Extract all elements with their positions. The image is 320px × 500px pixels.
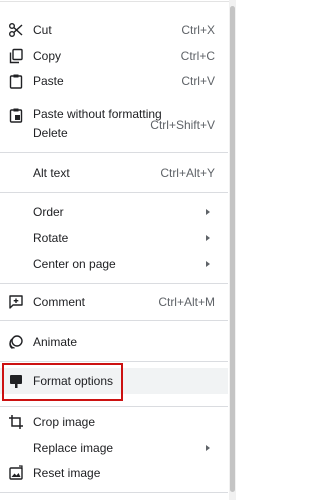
- scissors-icon: [8, 22, 24, 38]
- menu-item-label: Copy: [33, 49, 62, 63]
- menu-item-delete[interactable]: Delete: [0, 120, 228, 146]
- menu-item-label: Animate: [33, 335, 78, 349]
- menu-separator: [0, 192, 228, 193]
- copy-icon: [8, 48, 24, 64]
- shortcut-label: Ctrl+Alt+Y: [160, 166, 215, 180]
- menu-item-center-on-page[interactable]: Center on page: [0, 251, 228, 277]
- menu-item-comment[interactable]: Comment Ctrl+Alt+M: [0, 289, 228, 315]
- menu-item-label: Alt text: [33, 166, 70, 180]
- menu-item-label: Crop image: [33, 415, 96, 429]
- submenu-arrow-icon: [206, 261, 210, 267]
- crop-icon: [8, 414, 24, 430]
- menu-separator: [0, 283, 228, 284]
- submenu-arrow-icon: [206, 445, 210, 451]
- menu-item-copy[interactable]: Copy Ctrl+C: [0, 43, 228, 69]
- comment-icon: [8, 294, 24, 310]
- menu-item-order[interactable]: Order: [0, 199, 228, 225]
- shortcut-label: Ctrl+X: [181, 23, 215, 37]
- shortcut-label: Ctrl+C: [180, 49, 215, 63]
- menu-item-label: Comment: [33, 295, 86, 309]
- menu-item-label: Reset image: [33, 466, 101, 480]
- context-menu: Cut Ctrl+X Copy Ctrl+C Paste Ctrl+V Past…: [0, 0, 236, 500]
- menu-separator: [0, 320, 228, 321]
- submenu-arrow-icon: [206, 235, 210, 241]
- menu-item-label: Rotate: [33, 231, 69, 245]
- menu-item-label: Paste: [33, 74, 64, 88]
- menu-separator: [0, 406, 228, 407]
- menu-separator: [0, 152, 228, 153]
- shortcut-label: Ctrl+Alt+M: [158, 295, 215, 309]
- scrollbar-thumb[interactable]: [230, 6, 235, 492]
- menu-separator: [0, 492, 228, 493]
- menu-item-crop-image[interactable]: Crop image: [0, 409, 228, 435]
- submenu-arrow-icon: [206, 209, 210, 215]
- shortcut-label: Ctrl+V: [181, 74, 215, 88]
- menu-item-label: Order: [33, 205, 64, 219]
- menu-item-label: Center on page: [33, 257, 116, 271]
- menu-item-cut[interactable]: Cut Ctrl+X: [0, 17, 228, 43]
- menu-top-edge: [0, 1, 236, 2]
- menu-separator: [0, 361, 228, 362]
- menu-item-reset-image[interactable]: Reset image: [0, 460, 228, 486]
- reset-image-icon: [8, 465, 24, 481]
- menu-item-rotate[interactable]: Rotate: [0, 225, 228, 251]
- highlight-annotation-box: [2, 363, 123, 401]
- menu-item-label: Replace image: [33, 441, 114, 455]
- paste-icon: [8, 73, 24, 89]
- menu-item-label: Delete: [33, 126, 68, 140]
- menu-item-label: Paste without formatting: [33, 107, 162, 121]
- menu-item-replace-image[interactable]: Replace image: [0, 435, 228, 461]
- menu-item-paste[interactable]: Paste Ctrl+V: [0, 68, 228, 94]
- animate-icon: [8, 334, 24, 350]
- menu-item-animate[interactable]: Animate: [0, 329, 228, 355]
- menu-item-alt-text[interactable]: Alt text Ctrl+Alt+Y: [0, 160, 228, 186]
- menu-item-label: Cut: [33, 23, 52, 37]
